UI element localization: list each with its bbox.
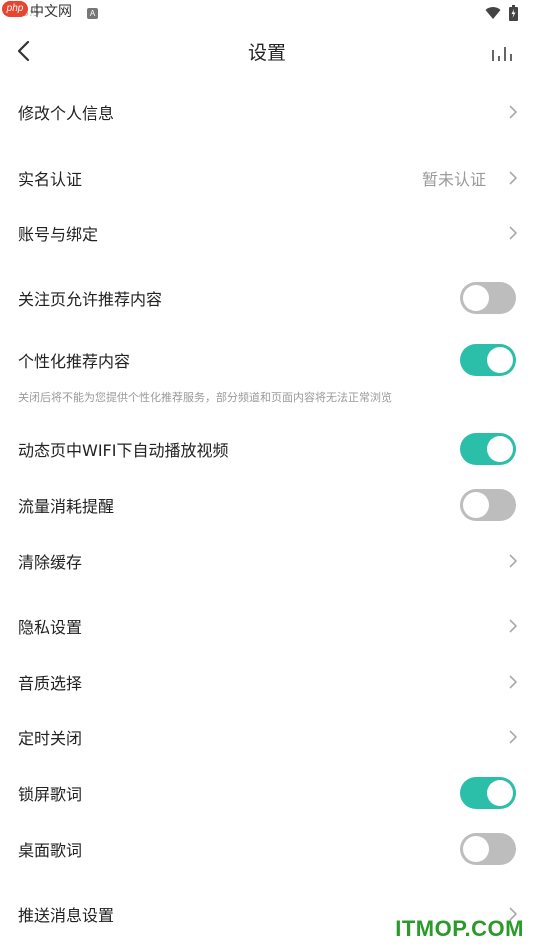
notification-icon: A	[87, 8, 98, 19]
desktop-lyrics-toggle[interactable]	[460, 833, 516, 865]
row-privacy[interactable]: 隐私设置	[0, 599, 534, 653]
row-label: 桌面歌词	[18, 841, 83, 860]
chevron-right-icon	[509, 105, 518, 119]
wifi-autoplay-toggle[interactable]	[460, 433, 516, 465]
row-edit-profile[interactable]: 修改个人信息	[0, 85, 534, 139]
row-desktop-lyrics: 桌面歌词	[0, 822, 534, 876]
chevron-right-icon	[509, 730, 518, 744]
row-label: 个性化推荐内容	[18, 352, 131, 371]
row-audio-quality[interactable]: 音质选择	[0, 655, 534, 709]
php-watermark-logo: php	[2, 1, 28, 17]
row-label: 实名认证	[18, 170, 83, 189]
row-label: 关注页允许推荐内容	[18, 290, 163, 309]
row-label: 定时关闭	[18, 729, 83, 748]
lockscreen-lyrics-toggle[interactable]	[460, 777, 516, 809]
personal-recommend-toggle[interactable]	[460, 344, 516, 376]
row-wifi-autoplay: 动态页中WIFI下自动播放视频	[0, 422, 534, 476]
row-lockscreen-lyrics: 锁屏歌词	[0, 766, 534, 820]
toggle-knob	[463, 285, 489, 311]
row-real-name[interactable]: 实名认证 暂未认证	[0, 151, 534, 205]
row-label: 修改个人信息	[18, 104, 115, 123]
toggle-knob	[487, 347, 513, 373]
playing-bars-icon[interactable]	[488, 40, 516, 64]
follow-recommend-toggle[interactable]	[460, 282, 516, 314]
status-bar: 3:5 php 中文网 A	[0, 0, 534, 26]
chevron-right-icon	[509, 675, 518, 689]
wifi-icon	[485, 6, 501, 19]
row-label: 锁屏歌词	[18, 785, 83, 804]
navigation-bar: 设置	[0, 26, 534, 76]
chevron-right-icon	[509, 226, 518, 240]
toggle-knob	[463, 492, 489, 518]
php-watermark-text: 中文网	[30, 4, 72, 20]
chevron-right-icon	[509, 554, 518, 568]
row-label: 隐私设置	[18, 618, 83, 637]
row-label: 音质选择	[18, 674, 83, 693]
row-label: 流量消耗提醒	[18, 497, 115, 516]
chevron-right-icon	[509, 619, 518, 633]
data-reminder-toggle[interactable]	[460, 489, 516, 521]
toggle-knob	[487, 780, 513, 806]
itmop-watermark: ITMOP.COM	[395, 916, 524, 941]
battery-icon	[509, 5, 518, 21]
row-timer-close[interactable]: 定时关闭	[0, 710, 534, 764]
personal-recommend-hint: 关闭后将不能为您提供个性化推荐服务，部分频道和页面内容将无法正常浏览	[18, 391, 392, 404]
toggle-knob	[463, 836, 489, 862]
row-label: 推送消息设置	[18, 906, 115, 925]
row-clear-cache[interactable]: 清除缓存	[0, 534, 534, 588]
row-data-reminder: 流量消耗提醒	[0, 478, 534, 532]
real-name-status: 暂未认证	[421, 170, 486, 189]
row-account-binding[interactable]: 账号与绑定	[0, 206, 534, 260]
row-label: 账号与绑定	[18, 225, 99, 244]
row-follow-recommend: 关注页允许推荐内容	[0, 271, 534, 325]
row-label: 动态页中WIFI下自动播放视频	[18, 441, 229, 460]
row-personal-recommend: 个性化推荐内容	[0, 333, 534, 387]
row-label: 清除缓存	[18, 553, 83, 572]
toggle-knob	[487, 436, 513, 462]
page-title: 设置	[247, 42, 286, 64]
chevron-right-icon	[509, 171, 518, 185]
